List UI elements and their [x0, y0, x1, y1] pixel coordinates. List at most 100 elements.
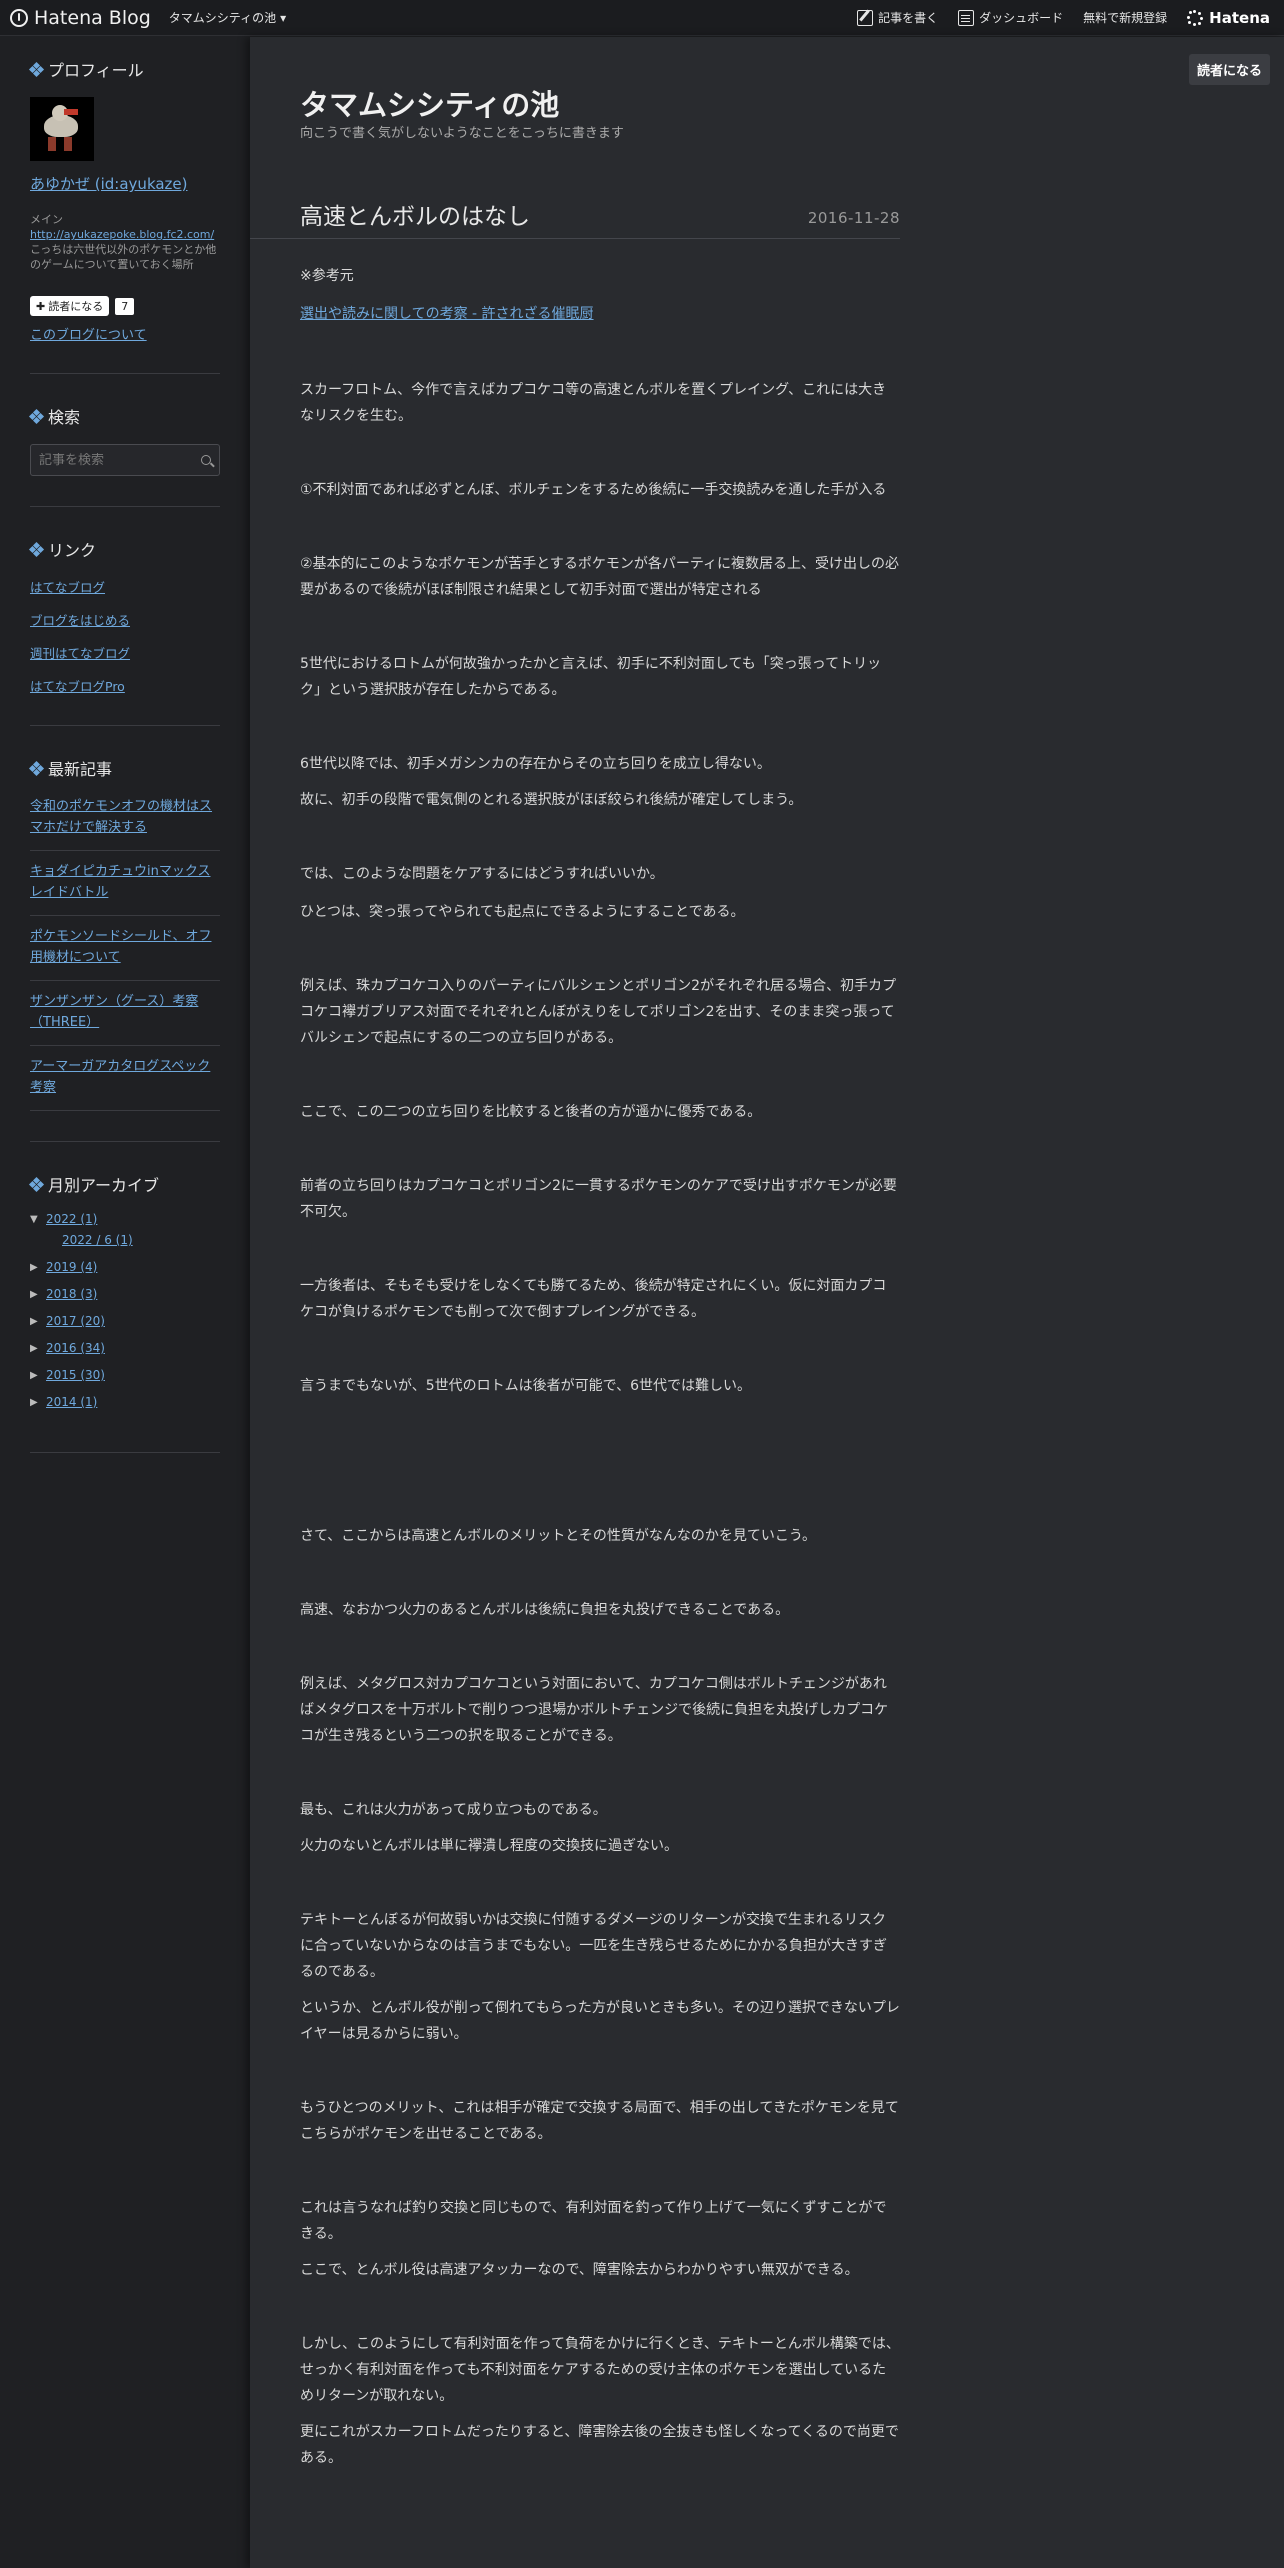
entry-header: 高速とんボルのはなし 2016-11-28	[250, 197, 900, 239]
paragraph: 一方後者は、そもそも受けをしなくても勝てるため、後続が特定されにくい。仮に対面カ…	[300, 1278, 887, 1320]
paragraph: 6世代以降では、初手メガシンカの存在からその立ち回りを成立し得ない。	[300, 756, 771, 772]
paragraph: では、このような問題をケアするにはどうすればいいか。	[300, 866, 664, 882]
archive-year-link[interactable]: 2019 (4)	[46, 1260, 97, 1274]
hatena-blog-logo[interactable]: Hatena Blog	[10, 7, 151, 29]
search-input[interactable]	[39, 452, 189, 468]
blog-menu[interactable]: タマムシシティの池 ▾	[169, 9, 286, 26]
links-section: リンク はてなブログ ブログをはじめる 週刊はてなブログ はてなブログPro	[28, 537, 220, 726]
desc-text: こっちは六世代以外のポケモンとか他のゲームについて置いておく場所	[30, 243, 217, 271]
archive-year-link[interactable]: 2017 (20)	[46, 1314, 105, 1328]
archive-month-link[interactable]: 2022 / 6 (1)	[62, 1233, 220, 1247]
dashboard-icon	[958, 9, 975, 26]
desc-prefix: メイン	[30, 213, 63, 226]
toggle-triangle-icon[interactable]: ▶	[30, 1397, 40, 1408]
subscribe-button[interactable]: 読者になる	[1188, 54, 1270, 85]
blog-title[interactable]: タマムシシティの池	[300, 82, 559, 124]
search-heading: 検索	[28, 404, 220, 428]
link-item[interactable]: ブログをはじめる	[30, 610, 220, 629]
paragraph: 故に、初手の段階で電気側のとれる選択肢がほぼ絞られ後続が確定してしまう。	[300, 792, 803, 808]
toggle-triangle-icon[interactable]: ▶	[30, 1370, 40, 1381]
archive-year[interactable]: ▶ 2019 (4)	[30, 1260, 220, 1274]
toggle-triangle-icon[interactable]: ▶	[30, 1262, 40, 1273]
recent-section: 最新記事 令和のポケモンオフの機材はスマホだけで解決する キョダイピカチュウin…	[28, 756, 220, 1142]
link-item[interactable]: はてなブログ	[30, 577, 220, 596]
paragraph: 例えば、メタグロス対カプコケコという対面において、カプコケコ側はボルトチェンジが…	[300, 1676, 889, 1744]
signup-link[interactable]: 無料で新規登録	[1083, 9, 1167, 26]
hatena-menu[interactable]: Hatena	[1187, 9, 1270, 27]
reader-count: 7	[115, 297, 135, 315]
reference-link[interactable]: 選出や読みに関しての考察 - 許されざる催眠厨	[300, 306, 594, 322]
profile-name-link[interactable]: あゆかぜ (id:ayukaze)	[30, 173, 220, 194]
archive-year-link[interactable]: 2016 (34)	[46, 1341, 105, 1355]
search-title: 検索	[48, 408, 81, 427]
link-item[interactable]: 週刊はてなブログ	[30, 643, 220, 662]
sidebar: プロフィール あゆかぜ (id:ayukaze) メイン http://ayuk…	[0, 37, 250, 2568]
recent-heading: 最新記事	[28, 756, 220, 780]
recent-article-link[interactable]: アーマーガアカタログスペック考察	[30, 1059, 210, 1095]
list-item: キョダイピカチュウinマックスレイドバトル	[30, 851, 220, 916]
link-item[interactable]: はてなブログPro	[30, 676, 220, 695]
ref-label: ※参考元	[300, 268, 354, 284]
archive-heading: 月別アーカイブ	[28, 1172, 220, 1196]
plus-icon: ✚	[36, 299, 46, 313]
toggle-triangle-icon[interactable]: ▶	[30, 1316, 40, 1327]
archive-year[interactable]: ▶ 2018 (3)	[30, 1287, 220, 1301]
profile-section: プロフィール あゆかぜ (id:ayukaze) メイン http://ayuk…	[28, 57, 220, 374]
top-bar: Hatena Blog タマムシシティの池 ▾ 記事を書く ダッシュボード 無料…	[0, 0, 1284, 36]
paragraph: 更にこれがスカーフロトムだったりすると、障害除去後の全抜きも怪しくなってくるので…	[300, 2424, 899, 2466]
dashboard-label: ダッシュボード	[979, 11, 1064, 25]
toggle-triangle-icon[interactable]: ▶	[30, 1343, 40, 1354]
paragraph: 最も、これは火力があって成り立つものである。	[300, 1802, 607, 1818]
toggle-triangle-icon[interactable]: ▶	[30, 1289, 40, 1300]
avatar[interactable]	[30, 97, 94, 161]
main-blog-link[interactable]: http://ayukazepoke.blog.fc2.com/	[30, 228, 214, 241]
blog-menu-label: タマムシシティの池	[168, 11, 277, 25]
sidebar-subscribe-button[interactable]: ✚ 読者になる	[30, 296, 110, 316]
recent-list: 令和のポケモンオフの機材はスマホだけで解決する キョダイピカチュウinマックスレ…	[30, 796, 220, 1111]
main-content: 読者になる タマムシシティの池 向こうで書く気がしないようなことをこっちに書きま…	[250, 37, 1284, 2568]
archive-section: 月別アーカイブ ▼ 2022 (1) 2022 / 6 (1) ▶ 2019 (…	[28, 1172, 220, 1453]
search-icon[interactable]	[201, 455, 211, 465]
entry-title[interactable]: 高速とんボルのはなし	[300, 197, 530, 231]
hatena-blog-logo-icon	[10, 8, 28, 27]
signup-label: 無料で新規登録	[1083, 11, 1168, 25]
paragraph: これは言うなれば釣り交換と同じもので、有利対面を釣って作り上げて一気にくずすこと…	[300, 2200, 887, 2242]
archive-year-link[interactable]: 2014 (1)	[46, 1395, 97, 1409]
about-blog-link[interactable]: このブログについて	[30, 324, 220, 343]
paragraph: 前者の立ち回りはカプコケコとポリゴン2に一貫するポケモンのケアで受け出すポケモン…	[300, 1178, 897, 1220]
recent-article-link[interactable]: ポケモンソードシールド、オフ用機材について	[30, 929, 211, 965]
archive-year[interactable]: ▶ 2017 (20)	[30, 1314, 220, 1328]
search-box	[30, 444, 220, 476]
paragraph: ひとつは、突っ張ってやられても起点にできるようにすることである。	[300, 904, 745, 920]
hatena-label: Hatena	[1209, 8, 1270, 27]
links-heading: リンク	[28, 537, 220, 561]
entry-content: ※参考元 選出や読みに関しての考察 - 許されざる催眠厨 スカーフロトム、今作で…	[300, 263, 900, 2471]
list-item: 令和のポケモンオフの機材はスマホだけで解決する	[30, 796, 220, 851]
write-article-button[interactable]: 記事を書く	[857, 9, 938, 26]
paragraph: ここで、とんボル役は高速アタッカーなので、障害除去からわかりやすい無双ができる。	[300, 2262, 859, 2278]
dashboard-button[interactable]: ダッシュボード	[958, 9, 1063, 26]
paragraph: というか、とんボル役が削って倒れてもらった方が良いときも多い。その辺り選択できな…	[300, 2000, 900, 2042]
archive-year[interactable]: ▶ 2014 (1)	[30, 1395, 220, 1409]
entry-date[interactable]: 2016-11-28	[808, 209, 900, 227]
recent-article-link[interactable]: キョダイピカチュウinマックスレイドバトル	[30, 864, 210, 900]
recent-article-link[interactable]: 令和のポケモンオフの機材はスマホだけで解決する	[30, 799, 212, 835]
diamond-icon	[28, 408, 45, 425]
paragraph: しかし、このようにして有利対面を作って負荷をかけに行くとき、テキトーとんボル構築…	[300, 2336, 900, 2404]
diamond-icon	[28, 541, 45, 558]
search-section: 検索	[28, 404, 220, 507]
recent-article-link[interactable]: ザンザンザン（グース）考察（THREE）	[30, 994, 198, 1030]
archive-year[interactable]: ▼ 2022 (1)	[30, 1212, 220, 1226]
diamond-icon	[28, 61, 45, 78]
links-title: リンク	[48, 541, 97, 560]
archive-year[interactable]: ▶ 2015 (30)	[30, 1368, 220, 1382]
archive-year-link[interactable]: 2022 (1)	[46, 1212, 97, 1226]
recent-title: 最新記事	[48, 760, 113, 779]
paragraph: スカーフロトム、今作で言えばカプコケコ等の高速とんボルを置くプレイング、これには…	[300, 382, 887, 424]
profile-description: メイン http://ayukazepoke.blog.fc2.com/ こっち…	[30, 212, 220, 272]
archive-year-link[interactable]: 2015 (30)	[46, 1368, 105, 1382]
archive-year[interactable]: ▶ 2016 (34)	[30, 1341, 220, 1355]
toggle-triangle-icon[interactable]: ▼	[30, 1214, 40, 1225]
archive-year-link[interactable]: 2018 (3)	[46, 1287, 97, 1301]
diamond-icon	[28, 760, 45, 777]
